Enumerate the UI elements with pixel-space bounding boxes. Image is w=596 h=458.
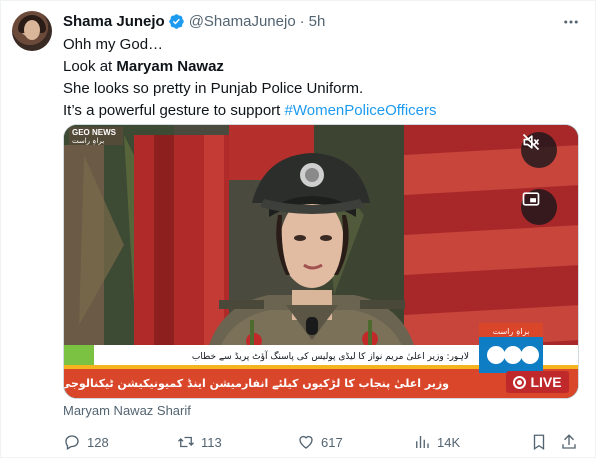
action-bar: 128 113 617 14K: [63, 431, 579, 453]
mention-name: Maryam Nawaz: [116, 58, 224, 75]
bookmark-button[interactable]: [530, 431, 548, 453]
repost-count: 113: [201, 434, 222, 450]
like-button[interactable]: 617: [297, 431, 343, 453]
reply-button[interactable]: 128: [63, 431, 109, 453]
reply-icon: [65, 435, 79, 450]
ticker-top: لاہور: وزیر اعلیٰ مریم نواز کا لیڈی پولی…: [192, 350, 469, 362]
share-icon: [562, 434, 576, 449]
live-indicator: LIVE: [506, 371, 569, 393]
separator: ·: [299, 12, 305, 30]
media-caption: Maryam Nawaz Sharif: [63, 403, 191, 418]
tweet-line-3: She looks so pretty in Punjab Police Uni…: [63, 80, 364, 97]
reply-count: 128: [87, 434, 109, 450]
author-name[interactable]: Shama Junejo: [63, 13, 165, 30]
more-icon[interactable]: [562, 13, 580, 31]
live-label: LIVE: [530, 374, 562, 390]
video-frame: GEO NEWS براہِ راست لاہور: وزیر اعلیٰ مر…: [64, 125, 578, 398]
bookmark-icon: [533, 434, 545, 451]
views-icon: [416, 436, 429, 448]
mute-icon: [522, 133, 540, 151]
repost-button[interactable]: 113: [177, 431, 222, 453]
live-badge-urdu: براہِ راست: [493, 327, 530, 336]
author-handle[interactable]: @ShamaJunejo: [189, 13, 296, 30]
tweet-card[interactable]: Shama Junejo @ShamaJunejo · 5h Ohh my Go…: [0, 0, 596, 458]
tweet-text: Ohh my God… Look at Maryam Nawaz She loo…: [63, 34, 437, 122]
share-button[interactable]: [560, 431, 578, 453]
avatar[interactable]: [12, 11, 52, 51]
like-icon: [299, 435, 313, 449]
tweet-line-4: It’s a powerful gesture to support #Wome…: [63, 102, 437, 119]
timestamp[interactable]: 5h: [309, 13, 326, 30]
pip-button[interactable]: [521, 189, 557, 225]
live-icon: [513, 375, 527, 389]
tweet-line-1: Ohh my God…: [63, 36, 164, 53]
channel-sub: براہِ راست: [72, 137, 104, 145]
like-count: 617: [321, 434, 343, 450]
hashtag-link[interactable]: #WomenPoliceOfficers: [285, 102, 437, 119]
mute-button[interactable]: [521, 132, 557, 168]
video-player[interactable]: GEO NEWS براہِ راست لاہور: وزیر اعلیٰ مر…: [63, 124, 579, 399]
tweet-header: Shama Junejo @ShamaJunejo · 5h: [63, 11, 325, 31]
tweet-line-2: Look at Maryam Nawaz: [63, 58, 224, 75]
ticker-main: وزیر اعلیٰ پنجاب کا لڑکیوں کیلئے انفارمی…: [64, 377, 449, 390]
views-button[interactable]: 14K: [413, 431, 460, 453]
channel-logo: GEO NEWS: [72, 128, 117, 137]
verified-badge-icon: [168, 13, 184, 29]
views-count: 14K: [437, 434, 461, 450]
pip-icon: [522, 192, 540, 206]
repost-icon: [178, 436, 194, 448]
